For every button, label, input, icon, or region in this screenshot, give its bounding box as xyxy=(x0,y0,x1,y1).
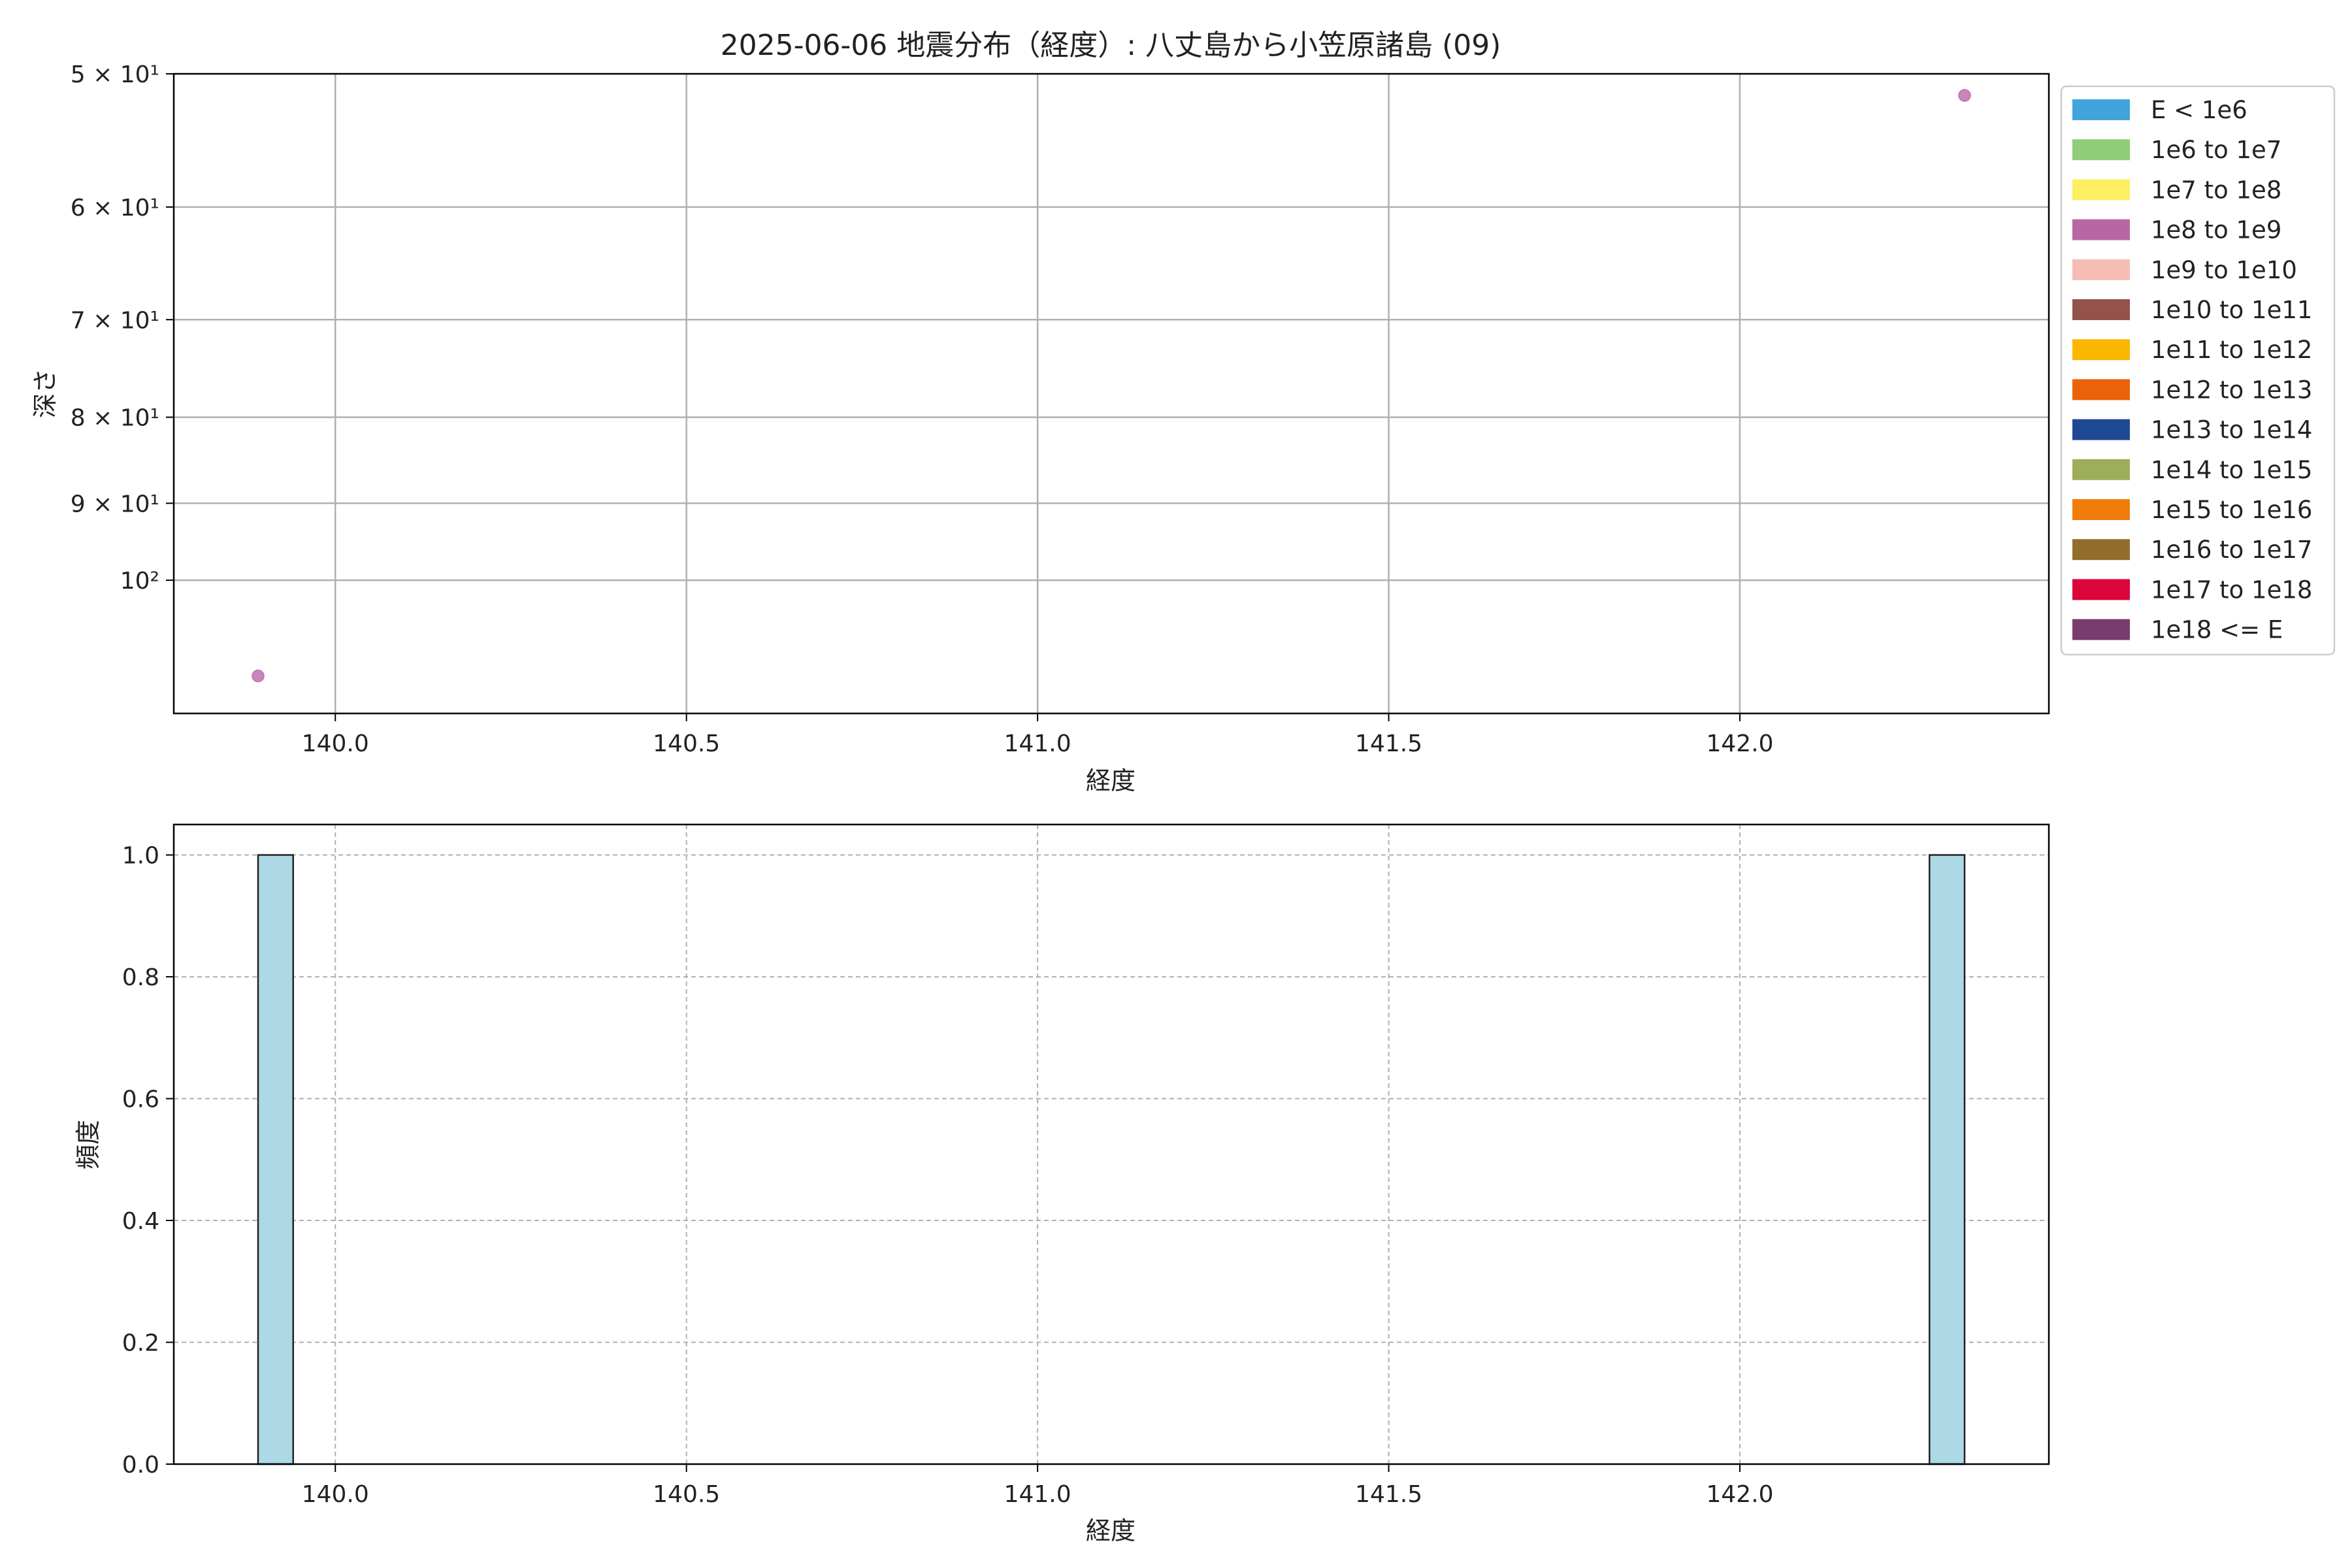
scatter-y-tick-label: 6 × 10¹ xyxy=(71,195,159,221)
histogram-x-ticks: 140.0 140.5 141.0 141.5 142.0 xyxy=(302,1464,1774,1508)
frequency-histogram-panel: 140.0 140.5 141.0 141.5 142.0 0.00.20.40.60.… xyxy=(74,823,2050,1545)
scatter-grid xyxy=(174,74,2049,713)
scatter-x-tick-label: 140.0 xyxy=(302,730,369,757)
histogram-bars xyxy=(257,854,1966,1465)
legend-swatch xyxy=(2072,259,2130,280)
scatter-y-tick-label: 5 × 10¹ xyxy=(71,61,159,88)
histogram-x-tick-label: 142.0 xyxy=(1707,1481,1774,1508)
figure: 2025-06-06 地震分布（経度）: 八丈島から小笠原諸島 (09) 140… xyxy=(31,29,2336,1545)
histogram-x-tick-label: 141.0 xyxy=(1004,1481,1071,1508)
legend-label: 1e17 to 1e18 xyxy=(2151,576,2312,604)
legend-swatch xyxy=(2072,619,2130,640)
figure-title: 2025-06-06 地震分布（経度）: 八丈島から小笠原諸島 (09) xyxy=(721,29,1501,62)
histogram-bar xyxy=(257,854,294,1465)
legend-label: 1e16 to 1e17 xyxy=(2151,536,2312,564)
histogram-x-tick-label: 141.5 xyxy=(1355,1481,1422,1508)
legend-swatch xyxy=(2072,339,2130,361)
legend-swatch xyxy=(2072,579,2130,600)
legend-label: 1e8 to 1e9 xyxy=(2151,216,2281,244)
legend-label: E < 1e6 xyxy=(2151,96,2247,124)
legend-swatch xyxy=(2072,379,2130,400)
histogram-y-tick-label: 0.6 xyxy=(122,1086,159,1113)
scatter-point xyxy=(252,669,265,683)
histogram-grid xyxy=(174,825,2049,1465)
scatter-x-tick-label: 141.0 xyxy=(1004,730,1071,757)
histogram-y-tick-label: 0.0 xyxy=(122,1452,159,1478)
scatter-y-tick-label: 8 × 10¹ xyxy=(71,405,159,432)
histogram-x-axis-label: 経度 xyxy=(1086,1516,1135,1545)
histogram-y-tick-label: 0.8 xyxy=(122,964,159,991)
histogram-y-tick-label: 0.2 xyxy=(122,1330,159,1357)
legend-swatch xyxy=(2072,99,2130,120)
legend-swatch xyxy=(2072,219,2130,240)
scatter-y-tick-label: 7 × 10¹ xyxy=(71,307,159,334)
histogram-y-ticks: 0.0 0.2 0.4 0.6 0.8 1.0 xyxy=(122,843,174,1478)
legend-swatch xyxy=(2072,179,2130,201)
legend-label: 1e12 to 1e13 xyxy=(2151,376,2312,404)
scatter-x-tick-label: 142.0 xyxy=(1707,730,1774,757)
legend-label: 1e13 to 1e14 xyxy=(2151,416,2312,444)
scatter-y-axis-label: 深さ xyxy=(31,368,59,418)
legend-frame xyxy=(2060,85,2336,656)
histogram-y-axis-label: 頻度 xyxy=(74,1120,103,1169)
legend-label: 1e14 to 1e15 xyxy=(2151,456,2312,484)
legend-label: 1e6 to 1e7 xyxy=(2151,136,2281,164)
scatter-point xyxy=(1958,89,1971,102)
scatter-x-axis-label: 経度 xyxy=(1086,766,1135,795)
histogram-x-tick-label: 140.0 xyxy=(302,1481,369,1508)
scatter-x-tick-label: 141.5 xyxy=(1355,730,1422,757)
scatter-x-ticks: 140.0 140.5 141.0 141.5 142.0 xyxy=(302,713,1774,757)
scatter-axes-frame xyxy=(172,73,2050,715)
histogram-axes-frame xyxy=(172,823,2050,1465)
legend-swatch xyxy=(2072,539,2130,561)
histogram-x-tick-label: 140.5 xyxy=(653,1481,720,1508)
scatter-x-tick-label: 140.5 xyxy=(653,730,720,757)
legend-label: 1e10 to 1e11 xyxy=(2151,296,2312,324)
legend-swatch xyxy=(2072,299,2130,320)
histogram-y-tick-label: 0.4 xyxy=(122,1208,159,1235)
legend-swatch xyxy=(2072,419,2130,440)
histogram-y-tick-label: 1.0 xyxy=(122,843,159,870)
scatter-y-tick-label: 10² xyxy=(120,568,159,595)
scatter-points xyxy=(252,89,1971,683)
scatter-y-ticks: 5 × 10¹ 6 × 10¹ 7 × 10¹ 8 × 10¹ 9 × 10¹ 10² xyxy=(71,61,174,595)
legend-label: 1e11 to 1e12 xyxy=(2151,336,2312,364)
legend-swatch xyxy=(2072,459,2130,480)
legend-label: 1e15 to 1e16 xyxy=(2151,496,2312,524)
histogram-bar xyxy=(1929,854,1966,1465)
legend-label: 1e9 to 1e10 xyxy=(2151,256,2297,284)
legend-swatch xyxy=(2072,499,2130,520)
energy-legend: E < 1e6 1e6 to 1e7 1e7 to 1e8 1e8 to 1e9 1e9… xyxy=(2060,85,2336,656)
depth-scatter-panel: 140.0 140.5 141.0 141.5 142.0 5 × 10¹ 6 × 10¹… xyxy=(31,61,2050,795)
legend-swatch xyxy=(2072,139,2130,161)
legend-label: 1e18 <= E xyxy=(2151,616,2283,644)
scatter-y-tick-label: 9 × 10¹ xyxy=(71,491,159,517)
legend-label: 1e7 to 1e8 xyxy=(2151,176,2281,204)
